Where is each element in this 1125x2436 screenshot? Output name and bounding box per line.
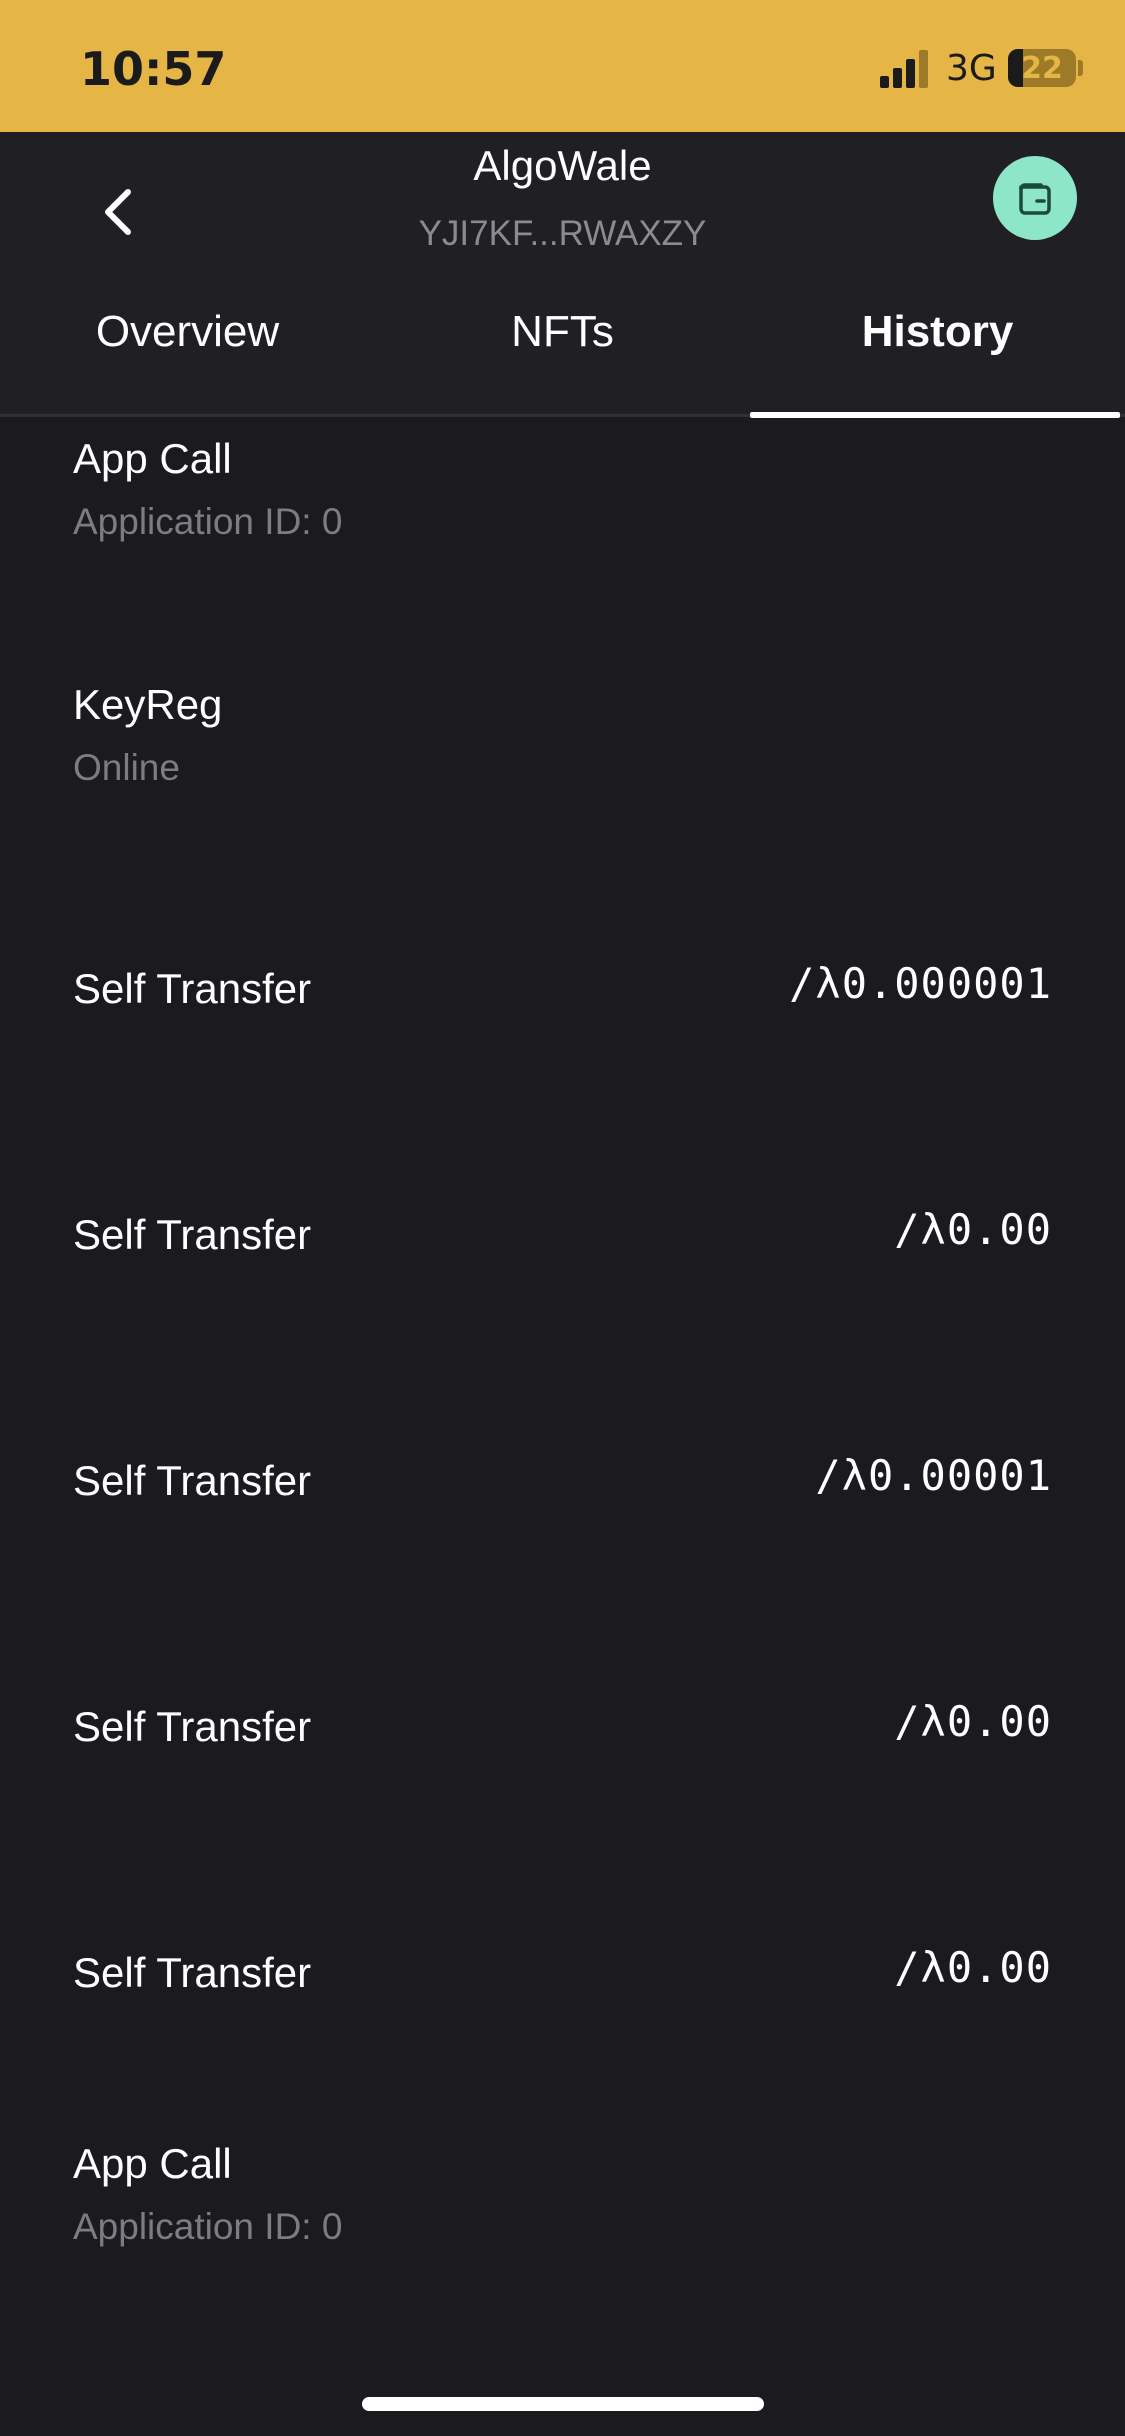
- history-item[interactable]: Self Transfer /λ0.00: [0, 1639, 1125, 1885]
- tab-label: NFTs: [511, 307, 614, 356]
- amount-value: 0.000001: [841, 959, 1052, 1008]
- battery-icon: 22: [1008, 49, 1076, 87]
- wallet-icon: [1019, 183, 1051, 215]
- transaction-detail: Application ID: 0: [73, 501, 343, 542]
- tab-label: Overview: [95, 307, 280, 356]
- transaction-type: Self Transfer: [73, 1211, 312, 1258]
- transaction-amount: /λ0.00001: [815, 1451, 1052, 1500]
- history-item[interactable]: Self Transfer /λ0.00: [0, 1885, 1125, 2131]
- transaction-type: Self Transfer: [73, 1949, 312, 1996]
- battery-level: 22: [1021, 50, 1063, 86]
- transaction-type: Self Transfer: [73, 1703, 312, 1750]
- algo-icon: /λ: [894, 1205, 947, 1254]
- transaction-amount: /λ0.000001: [789, 959, 1052, 1008]
- history-item[interactable]: App Call Application ID: 0: [0, 2131, 1125, 2377]
- transaction-amount: /λ0.00: [894, 1697, 1052, 1746]
- amount-value: 0.00001: [867, 1451, 1052, 1500]
- algo-icon: /λ: [894, 1943, 947, 1992]
- amount-value: 0.00: [946, 1943, 1052, 1992]
- network-type: 3G: [946, 48, 997, 89]
- tab-overview[interactable]: Overview: [0, 297, 375, 417]
- tab-history[interactable]: History: [750, 297, 1125, 417]
- algo-icon: /λ: [815, 1451, 868, 1500]
- transaction-type: App Call: [73, 435, 232, 482]
- algo-icon: /λ: [789, 959, 842, 1008]
- history-item[interactable]: KeyReg Online: [0, 655, 1125, 901]
- history-item[interactable]: Self Transfer /λ0.00001: [0, 1393, 1125, 1639]
- account-name: AlgoWale: [473, 142, 652, 189]
- account-address[interactable]: YJI7KF...RWAXZY: [0, 214, 1125, 254]
- battery-cap: [1078, 60, 1083, 76]
- status-bar: 10:57 3G 22: [0, 0, 1125, 132]
- account-header: AlgoWale YJI7KF...RWAXZY Overview NFTs H…: [0, 132, 1125, 418]
- amount-value: 0.00: [946, 1205, 1052, 1254]
- tab-nfts[interactable]: NFTs: [375, 297, 750, 417]
- wallet-button[interactable]: [993, 156, 1077, 240]
- history-item[interactable]: Self Transfer /λ0.000001: [0, 901, 1125, 1147]
- history-item[interactable]: App Call Application ID: 0: [0, 409, 1125, 655]
- transaction-type: App Call: [73, 2140, 232, 2187]
- transaction-amount: /λ0.00: [894, 1205, 1052, 1254]
- tab-bar: Overview NFTs History: [0, 297, 1125, 417]
- transaction-type: Self Transfer: [73, 965, 312, 1012]
- status-time: 10:57: [80, 42, 227, 96]
- tab-label: History: [861, 307, 1014, 356]
- amount-value: 0.00: [946, 1697, 1052, 1746]
- algo-icon: /λ: [894, 1697, 947, 1746]
- history-item[interactable]: Self Transfer /λ0.00: [0, 1147, 1125, 1393]
- cellular-signal-icon: [880, 50, 928, 88]
- transaction-type: KeyReg: [73, 681, 223, 728]
- transaction-detail: Online: [73, 747, 180, 788]
- home-indicator[interactable]: [362, 2397, 764, 2411]
- transaction-type: Self Transfer: [73, 1457, 312, 1504]
- transaction-detail: Application ID: 0: [73, 2206, 343, 2247]
- transaction-amount: /λ0.00: [894, 1943, 1052, 1992]
